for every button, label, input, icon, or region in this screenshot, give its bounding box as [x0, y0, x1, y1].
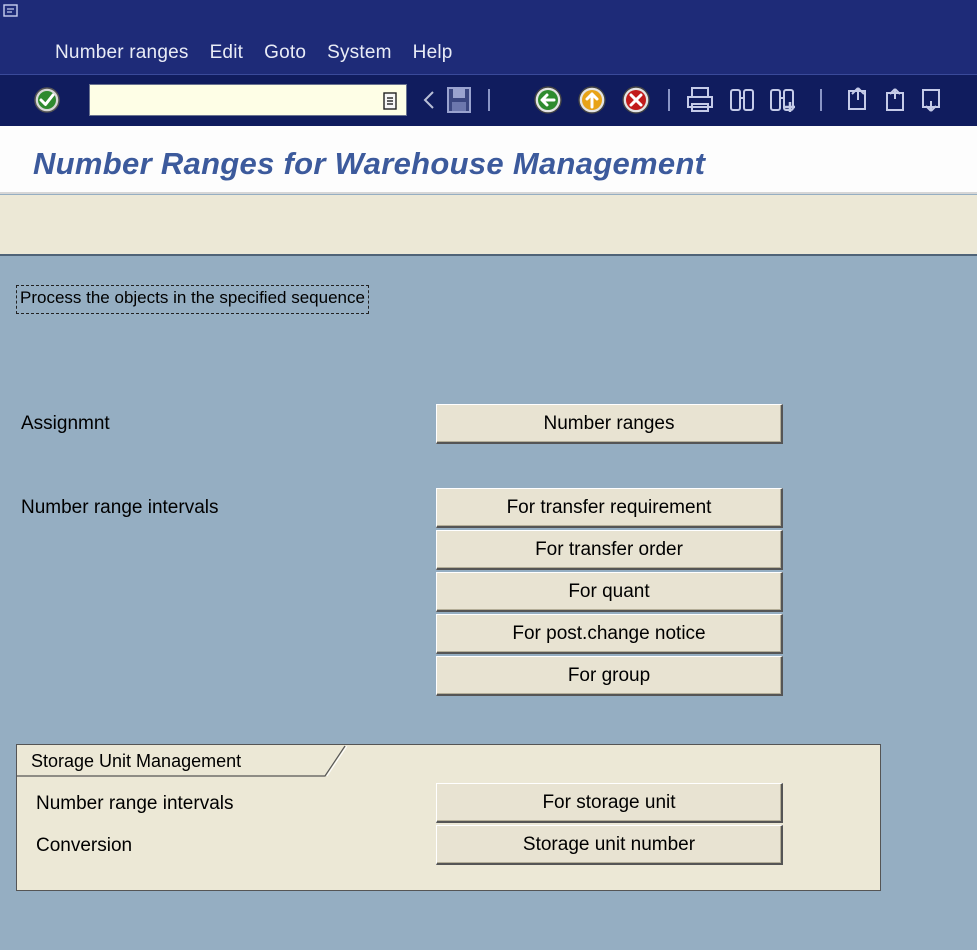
application-toolbar	[0, 195, 977, 256]
transfer-requirement-button[interactable]: For transfer requirement	[436, 488, 783, 528]
conversion-label: Conversion	[36, 835, 133, 856]
sequence-hint: Process the objects in the specified seq…	[16, 285, 369, 314]
menu-bar: Number ranges Edit Goto System Help	[0, 0, 977, 74]
toolbar-separator	[488, 89, 490, 111]
number-range-intervals-label: Number range intervals	[21, 497, 219, 518]
menu-goto[interactable]: Goto	[264, 42, 306, 64]
posting-change-notice-button[interactable]: For post.change notice	[436, 614, 783, 654]
find-icon[interactable]	[728, 86, 756, 114]
menu-system[interactable]: System	[327, 42, 392, 64]
exit-icon[interactable]	[576, 84, 608, 116]
collapse-arrow-icon[interactable]	[422, 90, 436, 110]
page-title: Number Ranges for Warehouse Management	[33, 146, 706, 181]
group-title: Storage Unit Management	[31, 751, 242, 771]
back-icon[interactable]	[532, 84, 564, 116]
assignment-label: Assignmnt	[21, 413, 110, 434]
enter-check-icon[interactable]	[32, 85, 62, 115]
cancel-icon[interactable]	[620, 84, 652, 116]
toolbar-separator	[820, 89, 822, 111]
number-ranges-button[interactable]: Number ranges	[436, 404, 783, 444]
next-page-icon[interactable]	[918, 86, 946, 114]
menu-help[interactable]: Help	[413, 42, 453, 64]
first-page-icon[interactable]	[844, 86, 872, 114]
print-icon[interactable]	[686, 86, 714, 114]
previous-page-icon[interactable]	[882, 86, 910, 114]
save-icon[interactable]	[446, 86, 472, 114]
storage-unit-number-button[interactable]: Storage unit number	[436, 825, 783, 865]
menu-number-ranges[interactable]: Number ranges	[55, 42, 189, 64]
standard-toolbar	[0, 74, 977, 126]
title-bar: Number Ranges for Warehouse Management	[0, 126, 977, 194]
storage-unit-button[interactable]: For storage unit	[436, 783, 783, 823]
system-menu-icon[interactable]	[3, 4, 19, 18]
quant-button[interactable]: For quant	[436, 572, 783, 612]
group-button[interactable]: For group	[436, 656, 783, 696]
transfer-order-button[interactable]: For transfer order	[436, 530, 783, 570]
command-input[interactable]	[90, 85, 370, 115]
find-next-icon[interactable]	[768, 86, 798, 114]
command-field[interactable]	[89, 84, 407, 116]
storage-intervals-label: Number range intervals	[36, 793, 234, 814]
toolbar-separator	[668, 89, 670, 111]
menu-edit[interactable]: Edit	[210, 42, 244, 64]
command-history-icon[interactable]	[383, 92, 397, 110]
menu-items: Number ranges Edit Goto System Help	[55, 42, 474, 64]
